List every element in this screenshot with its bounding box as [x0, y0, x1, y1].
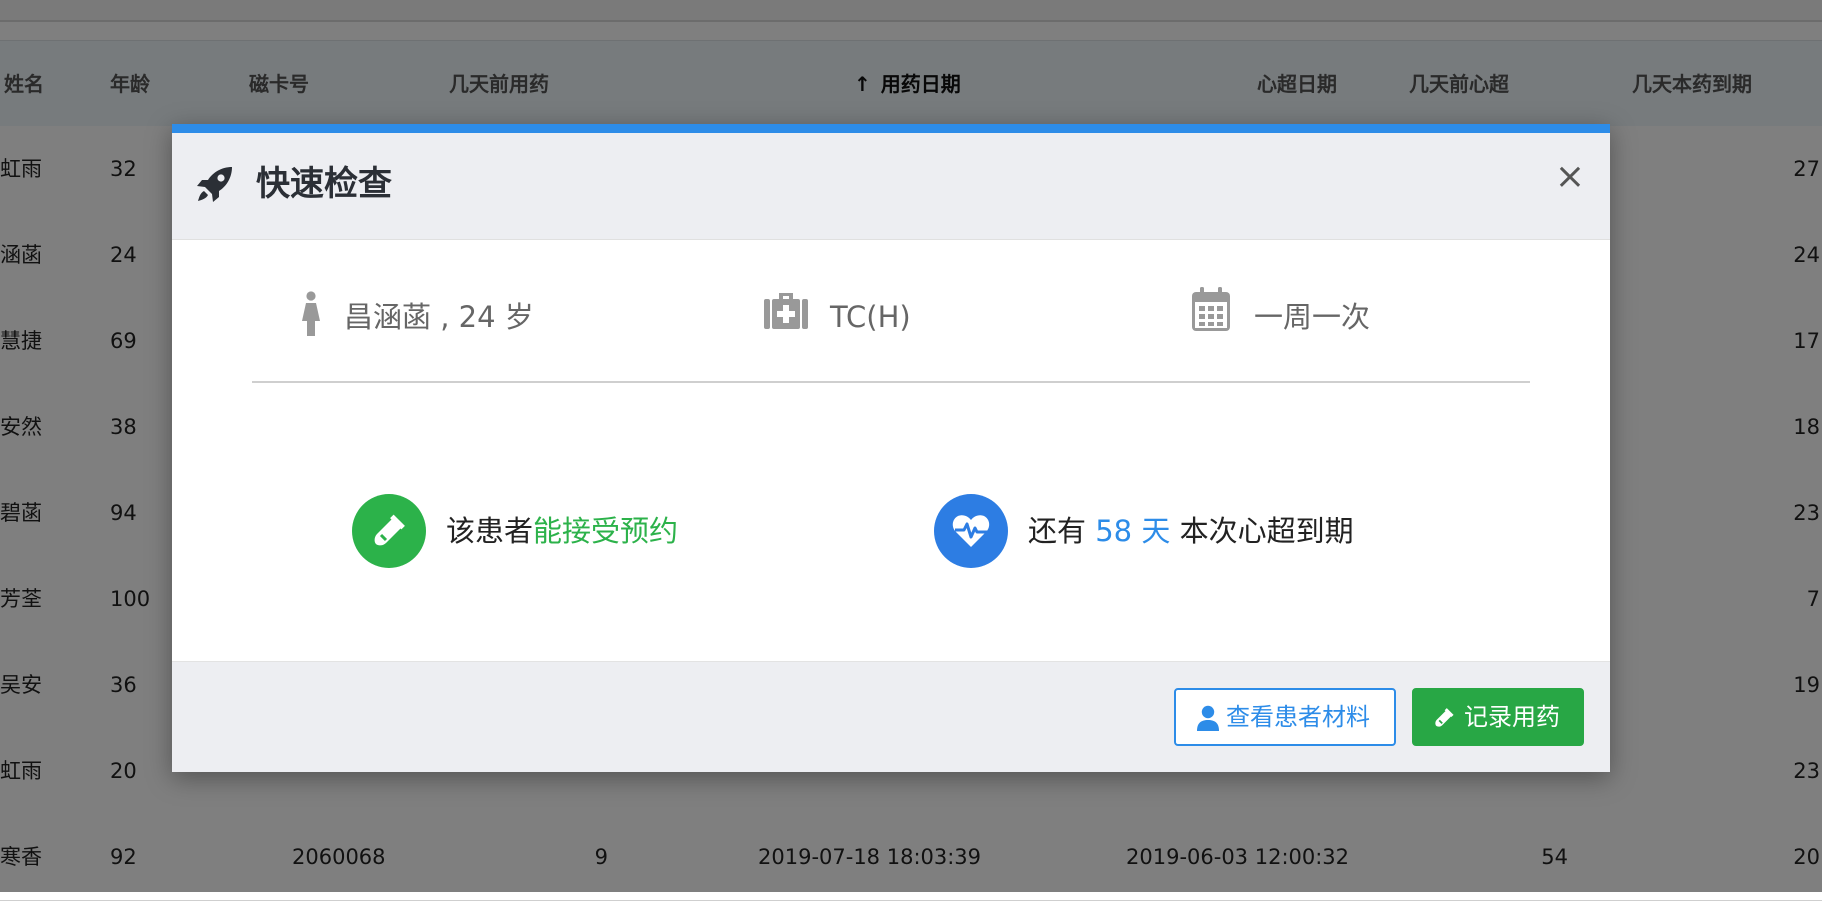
medkit-icon: [764, 293, 808, 329]
booking-status-highlight: 能接受预约: [533, 514, 679, 548]
modal-footer: 查看患者材料 记录用药: [172, 661, 1610, 772]
patient-name-age-text: 昌涵菡 , 24 岁: [344, 300, 534, 334]
patient-info-row: 昌涵菡 , 24 岁 TC(H) 一周一次: [252, 271, 1530, 383]
syringe-icon: [374, 514, 405, 546]
rocket-icon: [197, 167, 232, 202]
echo-status-suffix: 本次心超到期: [1179, 514, 1354, 548]
record-medication-button[interactable]: 记录用药: [1412, 688, 1584, 746]
modal-title: 快速检查: [256, 164, 392, 204]
heartbeat-icon: [952, 515, 990, 547]
record-medication-label: 记录用药: [1464, 703, 1560, 731]
close-button[interactable]: ×: [1550, 157, 1590, 197]
echo-status-text: 还有 58 天 本次心超到期: [1028, 510, 1354, 552]
echo-status-prefix: 还有: [1028, 514, 1087, 548]
user-icon: [1197, 705, 1219, 731]
booking-status-text: 该患者能接受预约: [446, 510, 678, 552]
booking-status-circle: [352, 494, 426, 568]
modal-header: 快速检查 ×: [172, 133, 1610, 240]
patient-frequency-text: 一周一次: [1254, 300, 1371, 334]
echo-status-circle: [934, 494, 1008, 568]
calendar-icon: [1192, 287, 1230, 331]
patient-regimen-text: TC(H): [830, 300, 911, 334]
view-patient-button[interactable]: 查看患者材料: [1174, 688, 1396, 746]
female-icon: [302, 291, 320, 336]
echo-status-highlight: 58 天: [1095, 514, 1171, 548]
booking-status-prefix: 该患者: [446, 514, 534, 548]
syringe-icon: [1435, 708, 1454, 727]
view-patient-label: 查看患者材料: [1226, 703, 1370, 731]
quick-check-modal: 快速检查 × 昌涵菡 , 24 岁 TC(H) 一周一次 该患者能接受预约 还有…: [172, 124, 1610, 772]
